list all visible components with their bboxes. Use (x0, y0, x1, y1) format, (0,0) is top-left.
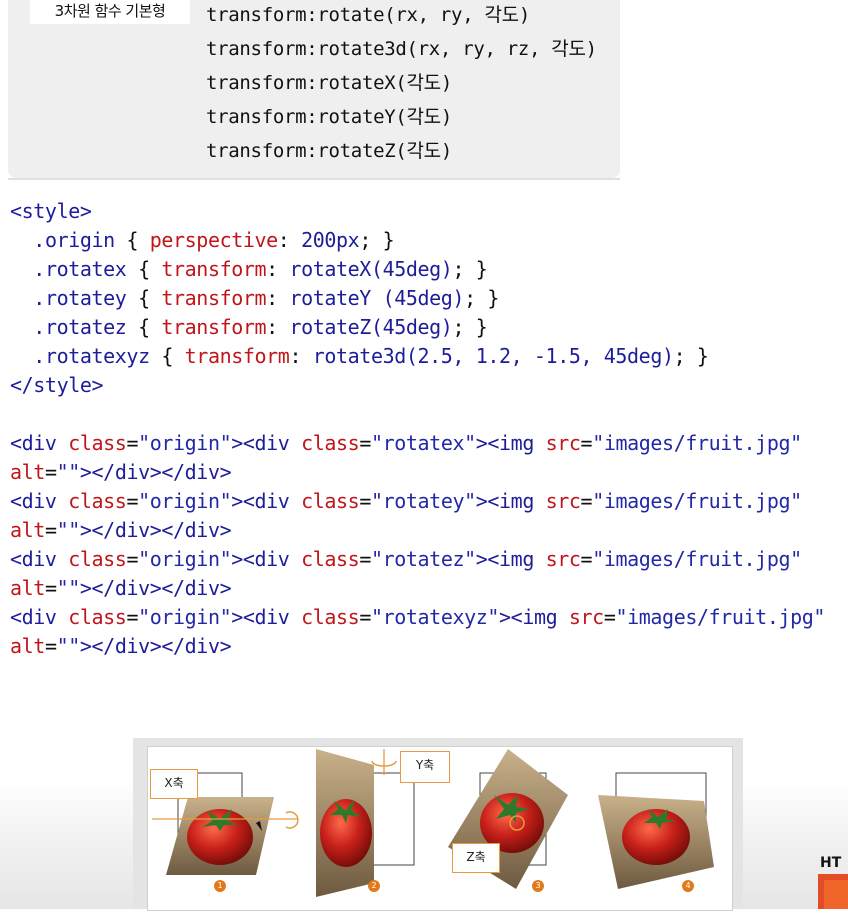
style-close-tag: </style> (10, 373, 104, 397)
css-rule: .rotatex { transform: rotateX(45deg); } (33, 257, 488, 281)
corner-logo-text: HT (820, 855, 842, 871)
y-axis-label: Y축 (400, 751, 450, 783)
html5-logo-icon (818, 874, 848, 909)
function-line: transform:rotateY(각도) (206, 106, 453, 128)
rotation-arrow-icon (285, 811, 299, 829)
css-rule: .rotatey { transform: rotateY (45deg); } (33, 286, 500, 310)
step-number-4: 4 (682, 880, 694, 892)
html-div-line: alt=""></div></div> (10, 460, 232, 484)
figure-frame: X축 Y축 Z축 1 2 3 4 (147, 746, 733, 911)
z-axis-label: Z축 (452, 843, 500, 873)
tomato (320, 799, 372, 867)
step-number-1: 1 (214, 880, 226, 892)
html-div-line: <div class="origin"><div class="rotatexy… (10, 605, 826, 629)
divider (8, 178, 620, 180)
css-rule: .rotatexyz { transform: rotate3d(2.5, 1.… (33, 344, 709, 368)
step-number-3: 3 (532, 880, 544, 892)
html-div-line: <div class="origin"><div class="rotatez"… (10, 547, 802, 571)
panel-rotatexyz (598, 772, 714, 889)
function-table-label: 3차원 함수 기본형 (30, 0, 190, 24)
html-div-line: <div class="origin"><div class="rotatex"… (10, 431, 802, 455)
tomato (187, 809, 253, 865)
rotation-figure: X축 Y축 Z축 1 2 3 4 (133, 738, 743, 911)
html-div-line: alt=""></div></div> (10, 634, 232, 658)
html-div-line: <div class="origin"><div class="rotatey"… (10, 489, 802, 513)
x-axis-label: X축 (150, 769, 198, 799)
style-open-tag: <style> (10, 199, 92, 223)
html-div-line: alt=""></div></div> (10, 518, 232, 542)
html-div-line: alt=""></div></div> (10, 576, 232, 600)
step-number-2: 2 (368, 880, 380, 892)
function-line: transform:rotate3d(rx, ry, rz, 각도) (206, 38, 597, 60)
function-line: transform:rotate(rx, ry, 각도) (206, 4, 530, 26)
function-line: transform:rotateZ(각도) (206, 140, 453, 162)
function-line: transform:rotateX(각도) (206, 72, 453, 94)
css-rule: .origin { perspective: 200px; } (33, 228, 395, 252)
css-rule: .rotatez { transform: rotateZ(45deg); } (33, 315, 488, 339)
html5-logo-shield (824, 880, 848, 909)
